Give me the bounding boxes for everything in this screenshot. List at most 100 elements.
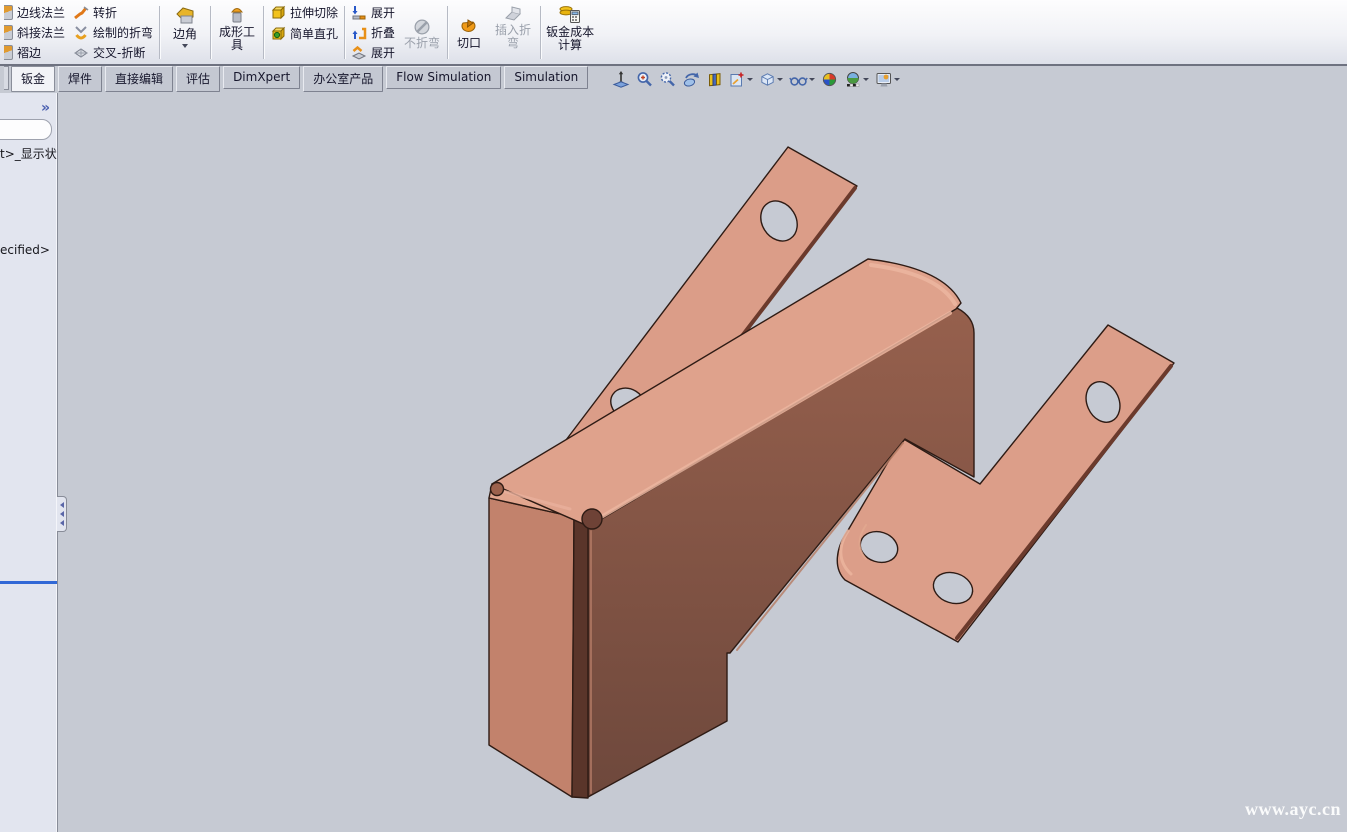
rotate-view-button[interactable]	[682, 71, 701, 88]
jog-button[interactable]: 转折	[71, 3, 155, 22]
tab-weldments[interactable]: 焊件	[58, 66, 102, 92]
tree-item-not-specified[interactable]: ecified>	[0, 243, 58, 257]
separator	[540, 6, 541, 59]
edge-flange-label: 边线法兰	[17, 4, 65, 21]
zoom-to-fit-icon	[612, 71, 630, 88]
corner-button[interactable]: 边角	[162, 2, 208, 63]
extruded-cut-button[interactable]: 拉伸切除	[268, 3, 340, 22]
tab-dimxpert[interactable]: DimXpert	[223, 66, 300, 89]
zoom-to-area-button[interactable]	[636, 71, 653, 88]
collapse-arrow-icon	[60, 520, 64, 526]
unfold-button[interactable]: 展开	[349, 3, 397, 22]
separator	[159, 6, 160, 59]
separator	[447, 6, 448, 59]
sheet-metal-cost-label: 钣金成本计算	[546, 26, 594, 52]
zoom-to-area-icon	[636, 71, 653, 88]
no-bends-button[interactable]: 不折弯	[399, 2, 445, 63]
tab-simulation[interactable]: Simulation	[504, 66, 588, 89]
zoom-in-out-icon	[659, 71, 676, 88]
tab-evaluate[interactable]: 评估	[176, 66, 220, 92]
dropdown-arrow-icon[interactable]	[747, 78, 753, 81]
corner-icon	[173, 4, 197, 28]
insert-bends-button[interactable]: 插入折弯	[488, 2, 538, 63]
dropdown-arrow-icon[interactable]	[809, 78, 815, 81]
model-canvas[interactable]	[0, 0, 1347, 832]
tab-direct-editing[interactable]: 直接编辑	[105, 66, 173, 92]
miter-flange-button[interactable]: 斜接法兰	[2, 23, 67, 42]
jog-icon	[73, 5, 89, 21]
expand-panel-chevron[interactable]: »	[41, 101, 50, 115]
display-style-icon	[759, 71, 776, 88]
sheet-metal-cost-button[interactable]: 钣金成本计算	[543, 2, 597, 63]
rip-label: 切口	[457, 37, 481, 50]
feature-manager-panel: » t>_显示状 ecified>	[0, 93, 58, 832]
tree-filter-box[interactable]	[0, 119, 52, 140]
corner-relief-back	[491, 483, 504, 496]
tab-office-products[interactable]: 办公室产品	[303, 66, 383, 92]
simple-hole-label: 简单直孔	[290, 25, 338, 42]
view-orientation-icon	[729, 71, 746, 88]
unfold-icon	[351, 5, 367, 21]
dropdown-arrow-icon[interactable]	[863, 78, 869, 81]
jog-label: 转折	[93, 4, 117, 21]
section-view-icon	[707, 71, 723, 88]
rip-icon	[459, 17, 479, 37]
no-bends-label: 不折弯	[404, 37, 440, 50]
edge-flange-button[interactable]: 边线法兰	[2, 3, 67, 22]
tab-sheet-metal[interactable]: 钣金	[11, 66, 55, 92]
simple-hole-button[interactable]: 简单直孔	[268, 24, 340, 43]
tab-flow-simulation[interactable]: Flow Simulation	[386, 66, 501, 89]
hem-icon	[4, 45, 13, 60]
hide-show-items-icon	[789, 72, 808, 88]
hem-button[interactable]: 褶边	[2, 43, 67, 62]
rotate-view-icon	[682, 71, 701, 88]
dropdown-arrow-icon[interactable]	[777, 78, 783, 81]
unfold-label: 展开	[371, 4, 395, 21]
cross-break-button[interactable]: 交叉-折断	[71, 43, 155, 62]
cross-break-label: 交叉-折断	[93, 44, 145, 61]
bend-column: 转折 绘制的折弯 交叉-折断	[69, 2, 157, 63]
edge-flange-icon	[4, 5, 13, 20]
dropdown-arrow-icon[interactable]	[182, 44, 188, 48]
tree-divider	[0, 581, 57, 584]
edit-appearance-button[interactable]	[821, 71, 838, 88]
cost-icon	[558, 4, 582, 26]
body-left-wall	[489, 498, 574, 797]
view-orientation-button[interactable]	[729, 71, 753, 88]
tree-item-display-state[interactable]: t>_显示状	[0, 145, 58, 162]
watermark: www.ayc.cn	[1245, 799, 1341, 820]
forming-tool-button[interactable]: 成形工具	[213, 2, 261, 63]
miter-flange-label: 斜接法兰	[17, 24, 65, 41]
edit-appearance-icon	[821, 71, 838, 88]
display-style-button[interactable]	[759, 71, 783, 88]
ribbon: 边线法兰 斜接法兰 褶边 转折 绘制的折弯 交叉-折断 边角	[0, 0, 1347, 66]
miter-flange-icon	[4, 25, 13, 40]
collapse-arrow-icon	[60, 511, 64, 517]
hem-label: 褶边	[17, 44, 41, 61]
forming-tool-label: 成形工具	[216, 26, 258, 52]
insert-bends-icon	[503, 4, 523, 24]
dropdown-arrow-icon[interactable]	[894, 78, 900, 81]
separator	[344, 6, 345, 59]
section-view-button[interactable]	[707, 71, 723, 88]
fold-icon	[351, 25, 367, 41]
view-settings-button[interactable]	[875, 71, 900, 88]
panel-splitter-handle[interactable]	[57, 496, 67, 532]
forming-tool-icon	[226, 4, 248, 26]
apply-scene-button[interactable]	[844, 71, 869, 88]
sketched-bend-button[interactable]: 绘制的折弯	[71, 23, 155, 42]
tab-stub	[4, 66, 9, 90]
zoom-to-fit-button[interactable]	[612, 71, 630, 88]
sketched-bend-label: 绘制的折弯	[93, 24, 153, 41]
fold-column: 展开 折叠 展开	[347, 2, 399, 63]
fold-button[interactable]: 折叠	[349, 23, 397, 42]
flatten-button[interactable]: 展开	[349, 43, 397, 62]
body-rip-gap	[572, 517, 588, 798]
rip-button[interactable]: 切口	[450, 2, 488, 63]
collapse-arrow-icon	[60, 502, 64, 508]
flatten-label: 展开	[371, 44, 395, 61]
flatten-icon	[351, 45, 367, 61]
fold-label: 折叠	[371, 24, 395, 41]
zoom-in-out-button[interactable]	[659, 71, 676, 88]
hide-show-items-button[interactable]	[789, 72, 815, 88]
